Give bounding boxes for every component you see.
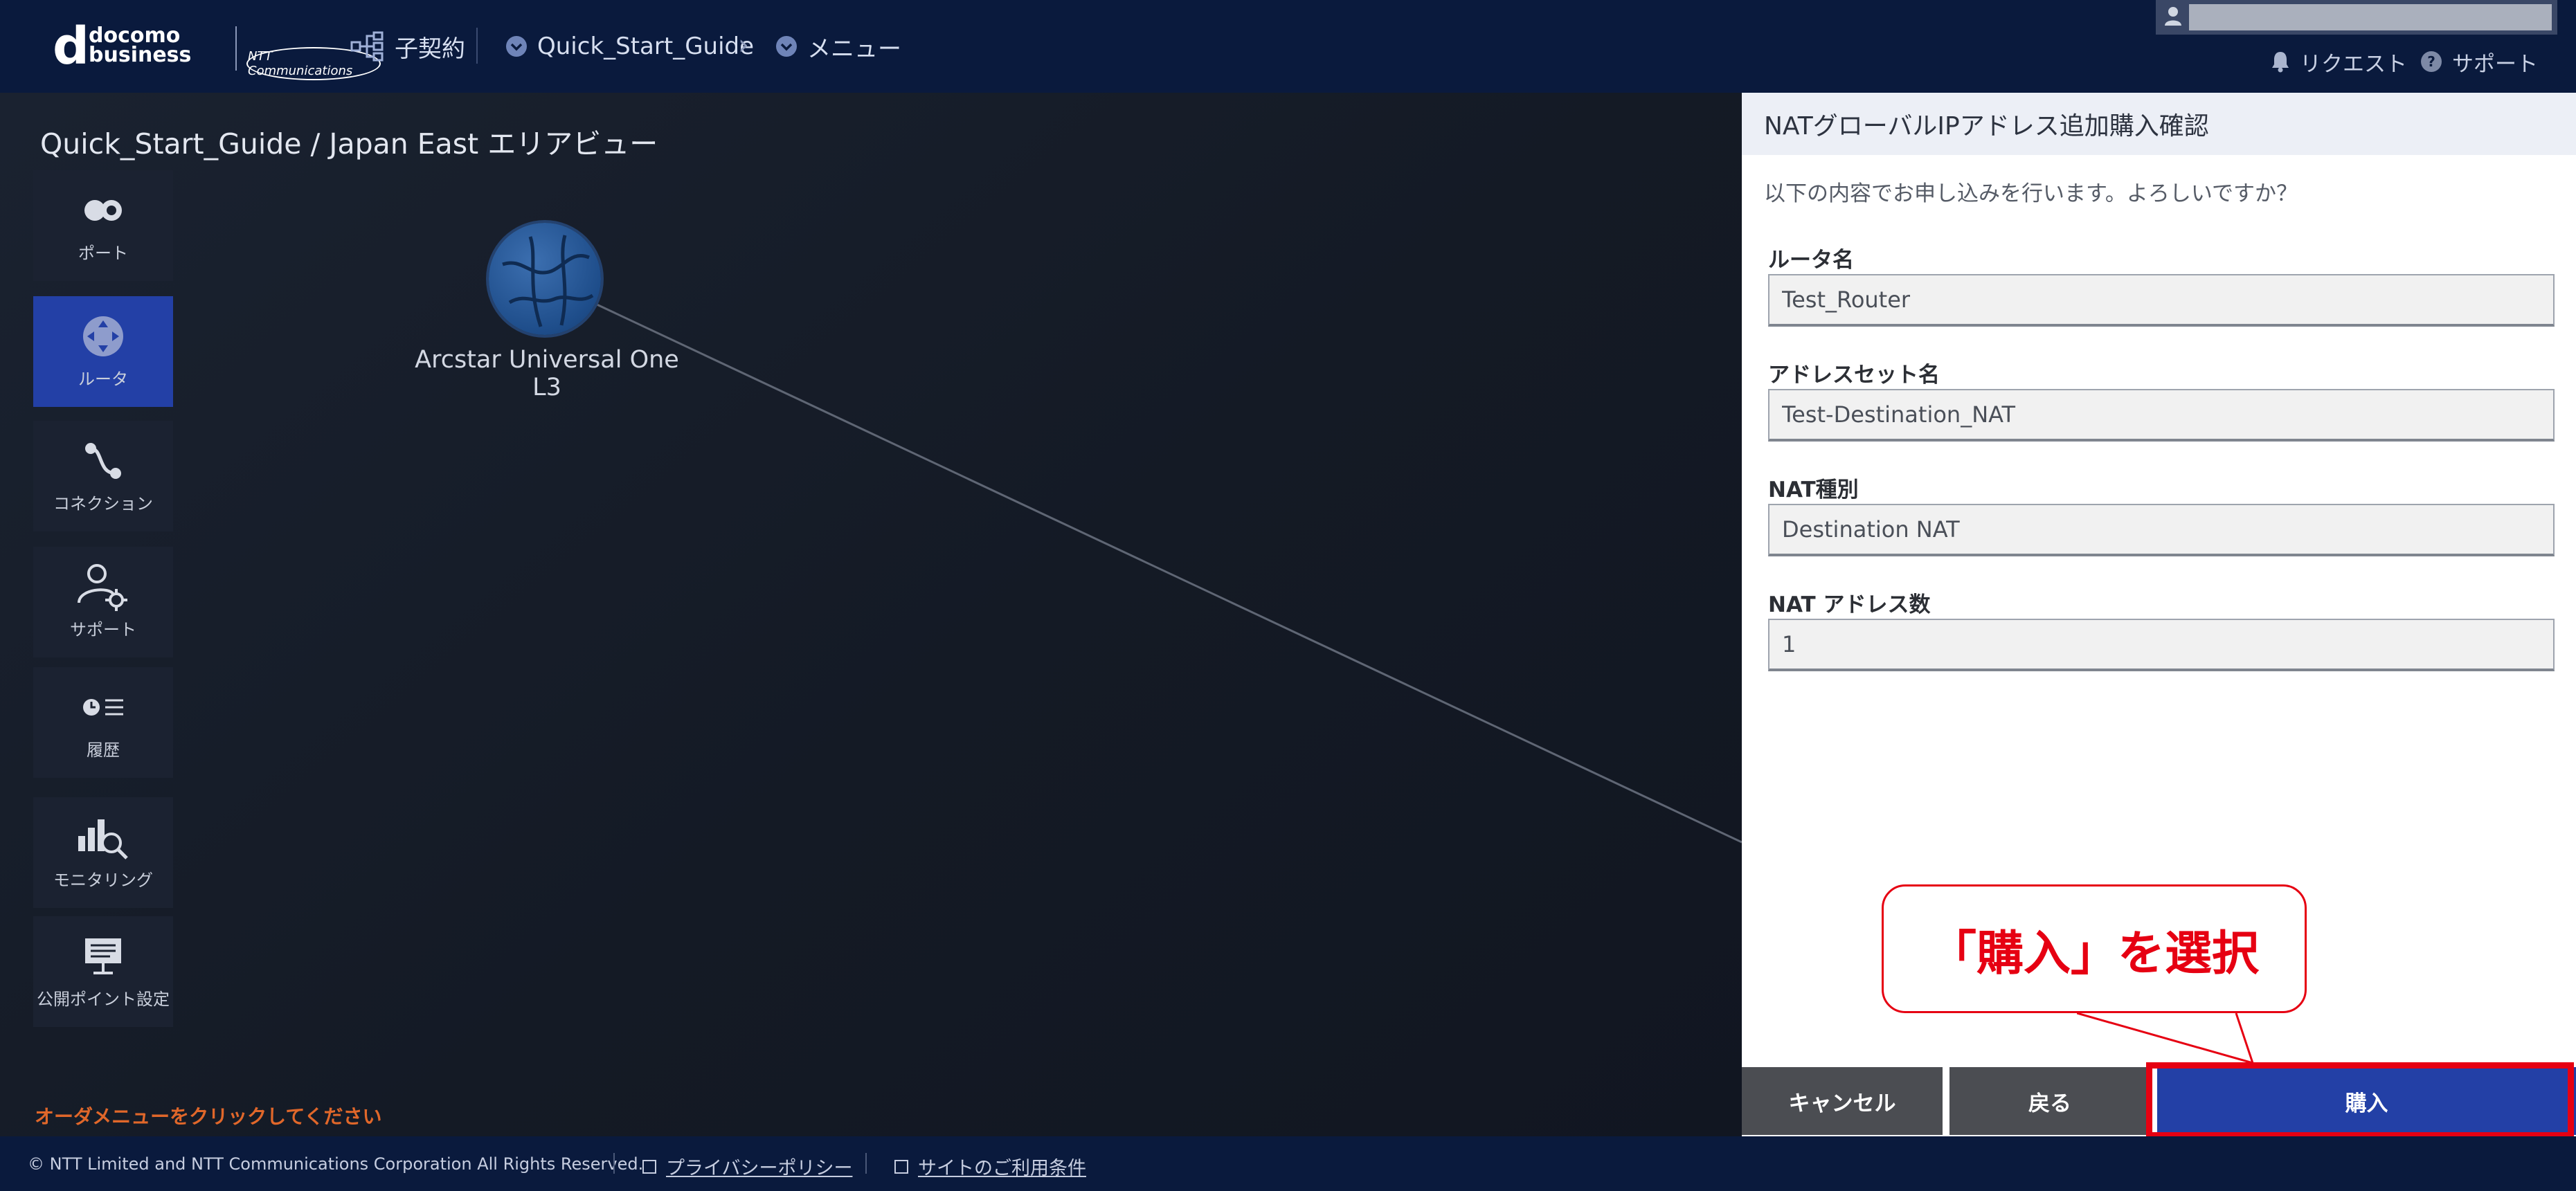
user-gear-icon xyxy=(76,563,130,611)
monitoring-icon xyxy=(77,815,129,860)
sidebar-item-label: サポート xyxy=(70,619,136,639)
username-redacted xyxy=(2189,4,2552,30)
svg-text:?: ? xyxy=(2427,53,2435,70)
sidebar-item-router[interactable]: ルータ xyxy=(33,296,173,407)
back-button[interactable]: 戻る xyxy=(1949,1067,2150,1135)
user-account-box[interactable] xyxy=(2156,0,2557,35)
chevron-right-icon: › xyxy=(738,29,749,61)
logo-divider xyxy=(235,26,237,71)
breadcrumb-menu-label: メニュー xyxy=(807,35,901,63)
sidebar-item-connection[interactable]: コネクション xyxy=(33,421,173,531)
terms-of-use-label: サイトのご利用条件 xyxy=(918,1158,1086,1179)
top-header: d docomo business NTT Communications 子契約… xyxy=(0,0,2576,93)
instruction-callout: 「購入」を選択 xyxy=(1882,884,2307,1013)
sidebar-item-label: 公開ポイント設定 xyxy=(37,989,170,1009)
footer-divider xyxy=(613,1153,615,1174)
sidebar-item-label: コネクション xyxy=(53,493,153,513)
panel-title: NATグローバルIPアドレス追加購入確認 xyxy=(1742,93,2576,155)
breadcrumb-project[interactable]: Quick_Start_Guide xyxy=(505,28,754,65)
hierarchy-icon xyxy=(350,31,385,62)
header-divider xyxy=(476,28,478,64)
request-label: リクエスト xyxy=(2300,51,2407,77)
chevron-circle-icon xyxy=(505,35,528,57)
sidebar-item-support[interactable]: サポート xyxy=(33,547,173,657)
nat-type-field[interactable] xyxy=(1768,504,2555,556)
nat-type-label: NAT種別 xyxy=(1768,478,1859,502)
breadcrumb-menu[interactable]: メニュー xyxy=(775,28,901,65)
request-link[interactable]: リクエスト xyxy=(2271,44,2407,79)
copyright-text: © NTT Limited and NTT Communications Cor… xyxy=(28,1154,644,1174)
router-name-field[interactable] xyxy=(1768,274,2555,327)
footer-divider xyxy=(865,1153,867,1174)
logo-d: d xyxy=(53,17,89,76)
sidebar-item-public-point[interactable]: 公開ポイント設定 xyxy=(33,916,173,1027)
history-icon xyxy=(82,685,125,729)
cancel-button[interactable]: キャンセル xyxy=(1742,1067,1943,1135)
bell-icon xyxy=(2271,51,2290,73)
sidebar-item-label: 履歴 xyxy=(87,740,120,760)
terms-of-use-link[interactable]: サイトのご利用条件 xyxy=(894,1153,1086,1180)
support-link[interactable]: ? サポート xyxy=(2420,44,2538,79)
support-label: サポート xyxy=(2452,51,2538,77)
contract-selector[interactable]: 子契約 xyxy=(350,28,465,65)
logo-line-2: business xyxy=(89,43,192,67)
breadcrumb-project-label: Quick_Start_Guide xyxy=(537,33,755,60)
port-icon xyxy=(82,188,124,233)
user-icon xyxy=(2164,6,2182,29)
sidebar-item-label: ルータ xyxy=(78,369,128,389)
purchase-button[interactable]: 購入 xyxy=(2157,1067,2576,1135)
router-icon xyxy=(82,314,125,358)
page-footer: © NTT Limited and NTT Communications Cor… xyxy=(0,1136,2576,1191)
chevron-circle-icon xyxy=(775,35,798,57)
sidebar-item-label: モニタリング xyxy=(53,870,153,890)
arcstar-node-label: Arcstar Universal One L3 xyxy=(415,346,679,401)
contract-label: 子契約 xyxy=(395,35,465,63)
arcstar-node-globe-icon[interactable] xyxy=(489,223,601,335)
address-set-name-field[interactable] xyxy=(1768,389,2555,442)
sidebar-item-monitoring[interactable]: モニタリング xyxy=(33,797,173,908)
external-link-icon xyxy=(642,1159,656,1174)
connection-line xyxy=(595,302,1742,844)
address-set-name-label: アドレスセット名 xyxy=(1768,363,1940,388)
sidebar-item-history[interactable]: 履歴 xyxy=(33,667,173,778)
sidebar-item-label: ポート xyxy=(78,243,128,263)
area-view-canvas[interactable]: Quick_Start_Guide / Japan East エリアビュー Ar… xyxy=(0,93,1742,1136)
help-circle-icon: ? xyxy=(2420,51,2442,73)
external-link-icon xyxy=(894,1159,908,1174)
nat-address-count-field[interactable] xyxy=(1768,619,2555,671)
nat-address-count-label: NAT アドレス数 xyxy=(1768,592,1931,617)
privacy-policy-link[interactable]: プライバシーポリシー xyxy=(642,1153,852,1180)
public-point-icon xyxy=(82,934,124,979)
router-name-label: ルータ名 xyxy=(1768,248,1854,273)
order-menu-hint: オーダメニューをクリックしてください xyxy=(35,1105,382,1128)
sidebar-item-port[interactable]: ポート xyxy=(33,170,173,281)
confirm-message: 以下の内容でお申し込みを行います。よろしいですか？ xyxy=(1764,181,2298,206)
privacy-policy-label: プライバシーポリシー xyxy=(666,1158,853,1179)
connection-icon xyxy=(82,439,124,483)
